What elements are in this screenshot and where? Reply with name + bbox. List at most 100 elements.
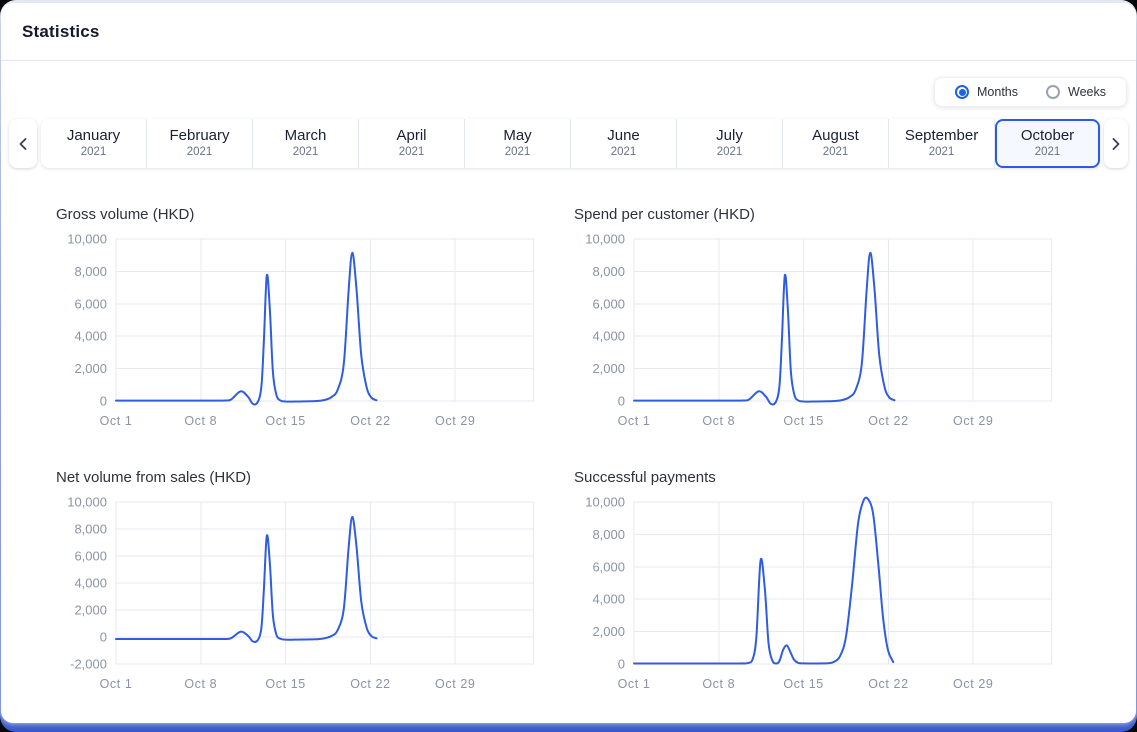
svg-text:2,000: 2,000 <box>74 361 107 376</box>
month-selector: January2021February2021March2021April202… <box>1 107 1136 168</box>
svg-text:Oct 8: Oct 8 <box>702 677 735 691</box>
svg-text:4,000: 4,000 <box>592 592 625 607</box>
svg-text:Oct 29: Oct 29 <box>435 677 475 691</box>
svg-text:6,000: 6,000 <box>74 296 107 311</box>
radio-icon <box>955 85 969 99</box>
gross-volume-plot: 02,0004,0006,0008,00010,000Oct 1Oct 8Oct… <box>56 233 534 429</box>
svg-text:10,000: 10,000 <box>67 495 107 510</box>
svg-text:10,000: 10,000 <box>585 232 625 247</box>
svg-text:4,000: 4,000 <box>74 329 107 344</box>
chart-spend-per-customer: Spend per customer (HKD) 0 2,000 4,000 6,00… <box>574 206 1052 429</box>
month-tabs: January2021February2021March2021April202… <box>41 119 1100 168</box>
tab-year-label: 2021 <box>1035 146 1061 160</box>
view-toggle: Months Weeks <box>934 77 1127 107</box>
svg-text:Oct 15: Oct 15 <box>265 677 305 691</box>
chart-gross-volume: Gross volume (HKD) 0 2,000 4,000 6,000 8,000… <box>56 206 534 429</box>
tab-october[interactable]: October2021 <box>995 119 1100 168</box>
svg-text:Oct 15: Oct 15 <box>783 677 823 691</box>
svg-text:Oct 22: Oct 22 <box>350 677 390 691</box>
svg-text:2,000: 2,000 <box>592 624 625 639</box>
tab-year-label: 2021 <box>611 146 637 160</box>
chart-title: Gross volume (HKD) <box>56 206 534 223</box>
tab-april[interactable]: April2021 <box>359 119 465 168</box>
tab-month-label: October <box>1021 127 1074 145</box>
svg-text:Oct 29: Oct 29 <box>953 677 993 691</box>
tab-year-label: 2021 <box>293 146 319 160</box>
svg-text:Oct 1: Oct 1 <box>100 414 133 428</box>
tab-year-label: 2021 <box>399 146 425 160</box>
svg-text:Oct 8: Oct 8 <box>702 414 735 428</box>
svg-text:Oct 15: Oct 15 <box>265 414 305 428</box>
app-window: Statistics MonthsWeeks January2021Februa… <box>0 0 1137 732</box>
tab-month-label: February <box>169 127 229 145</box>
svg-text:6,000: 6,000 <box>592 296 625 311</box>
svg-text:0: 0 <box>100 630 107 645</box>
svg-text:Oct 22: Oct 22 <box>350 414 390 428</box>
svg-text:0: 0 <box>618 657 625 672</box>
svg-text:Oct 22: Oct 22 <box>868 677 908 691</box>
svg-text:2,000: 2,000 <box>74 603 107 618</box>
chart-title: Net volume from sales (HKD) <box>56 469 534 486</box>
tab-june[interactable]: June2021 <box>571 119 677 168</box>
svg-text:Oct 8: Oct 8 <box>184 677 217 691</box>
panel-header: Statistics <box>1 3 1136 61</box>
tab-month-label: August <box>812 127 859 145</box>
tab-may[interactable]: May2021 <box>465 119 571 168</box>
svg-text:0: 0 <box>100 394 107 409</box>
svg-text:10,000: 10,000 <box>585 495 625 510</box>
tab-year-label: 2021 <box>187 146 213 160</box>
tab-july[interactable]: July2021 <box>677 119 783 168</box>
next-month-button[interactable] <box>1104 119 1128 168</box>
chevron-right-icon <box>1110 137 1122 151</box>
tab-month-label: April <box>396 127 426 145</box>
svg-text:2,000: 2,000 <box>592 361 625 376</box>
statistics-panel: Statistics MonthsWeeks January2021Februa… <box>1 3 1136 723</box>
radio-months[interactable]: Months <box>955 85 1018 99</box>
svg-text:Oct 29: Oct 29 <box>435 414 475 428</box>
page-title: Statistics <box>22 22 100 42</box>
chart-title: Successful payments <box>574 469 1052 486</box>
svg-text:Oct 1: Oct 1 <box>618 414 651 428</box>
tab-month-label: January <box>67 127 120 145</box>
svg-text:Oct 15: Oct 15 <box>783 414 823 428</box>
controls-row: Months Weeks <box>1 61 1136 107</box>
tab-month-label: July <box>716 127 743 145</box>
svg-text:8,000: 8,000 <box>592 527 625 542</box>
charts-grid: Gross volume (HKD) 0 2,000 4,000 6,000 8,000… <box>1 168 1136 692</box>
svg-text:-2,000: -2,000 <box>70 657 107 672</box>
svg-text:Oct 22: Oct 22 <box>868 414 908 428</box>
svg-text:4,000: 4,000 <box>592 329 625 344</box>
tab-month-label: September <box>905 127 978 145</box>
tab-month-label: March <box>285 127 327 145</box>
svg-text:6,000: 6,000 <box>592 559 625 574</box>
svg-text:0: 0 <box>618 394 625 409</box>
chart-successful-payments: Successful payments 0 2,000 4,000 6,000 8,00… <box>574 469 1052 692</box>
tab-august[interactable]: August2021 <box>783 119 889 168</box>
radio-label: Weeks <box>1068 85 1106 99</box>
radio-weeks[interactable]: Weeks <box>1046 85 1106 99</box>
prev-month-button[interactable] <box>9 119 37 168</box>
tab-month-label: May <box>503 127 531 145</box>
svg-text:Oct 1: Oct 1 <box>618 677 651 691</box>
tab-year-label: 2021 <box>505 146 531 160</box>
svg-text:8,000: 8,000 <box>592 264 625 279</box>
tab-year-label: 2021 <box>717 146 743 160</box>
chevron-left-icon <box>17 137 29 151</box>
tab-year-label: 2021 <box>823 146 849 160</box>
svg-text:8,000: 8,000 <box>74 522 107 537</box>
tab-september[interactable]: September2021 <box>889 119 995 168</box>
svg-text:10,000: 10,000 <box>67 232 107 247</box>
tab-january[interactable]: January2021 <box>41 119 147 168</box>
svg-text:4,000: 4,000 <box>74 576 107 591</box>
svg-text:Oct 1: Oct 1 <box>100 677 133 691</box>
svg-text:Oct 29: Oct 29 <box>953 414 993 428</box>
svg-text:8,000: 8,000 <box>74 264 107 279</box>
tab-year-label: 2021 <box>929 146 955 160</box>
chart-net-volume: Net volume from sales (HKD) -2,000 0 2,000… <box>56 469 534 692</box>
tab-month-label: June <box>607 127 640 145</box>
tab-february[interactable]: February2021 <box>147 119 253 168</box>
radio-label: Months <box>977 85 1018 99</box>
chart-title: Spend per customer (HKD) <box>574 206 1052 223</box>
tab-march[interactable]: March2021 <box>253 119 359 168</box>
svg-text:6,000: 6,000 <box>74 549 107 564</box>
